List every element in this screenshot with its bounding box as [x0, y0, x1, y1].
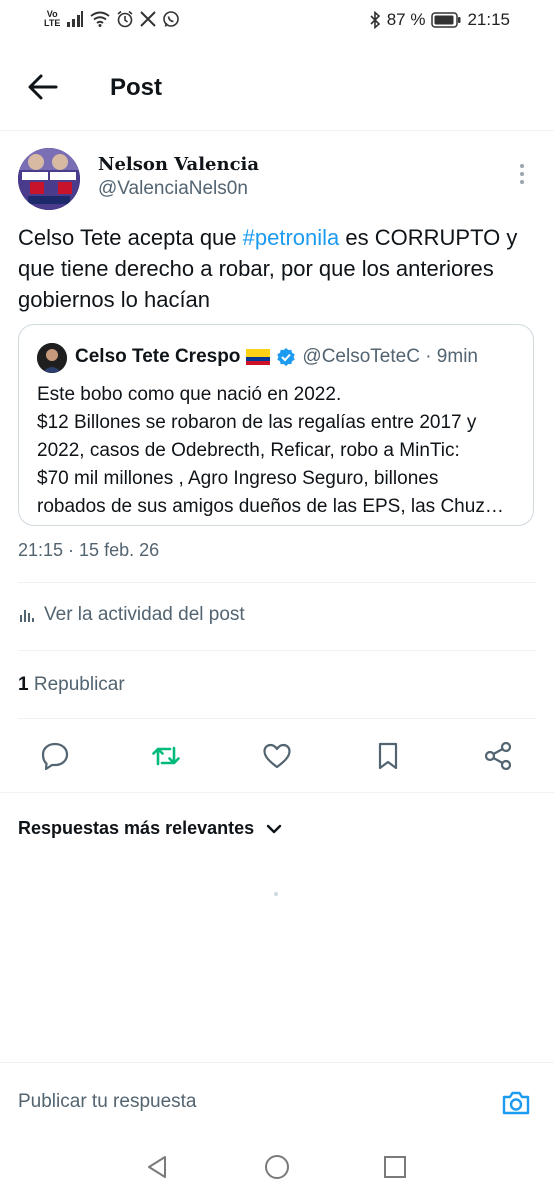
post-text: Celso Tete acepta que #petronila es CORR…: [18, 225, 518, 312]
author-name[interactable]: Nelson Valencia: [98, 154, 259, 175]
back-arrow-icon[interactable]: [26, 70, 60, 104]
quote-author-name: Celso Tete Crespo: [75, 346, 241, 367]
reply-input[interactable]: Publicar tu respuesta: [18, 1091, 197, 1113]
system-nav-bar: [0, 1132, 554, 1200]
divider: [18, 582, 536, 583]
chevron-down-icon: [266, 824, 282, 833]
divider: [18, 650, 536, 651]
nav-recents-icon[interactable]: [382, 1154, 408, 1180]
nav-back-icon[interactable]: [145, 1154, 171, 1180]
like-icon[interactable]: [261, 740, 293, 772]
alarm-icon: [117, 10, 133, 28]
quoted-post[interactable]: Celso Tete Crespo @CelsoTeteC · 9min Est…: [18, 324, 534, 526]
battery-icon: [431, 12, 461, 28]
more-vertical-icon[interactable]: [512, 162, 532, 186]
quote-handle-time: @CelsoTeteC · 9min: [302, 346, 478, 367]
divider: [18, 718, 536, 719]
share-icon[interactable]: [482, 740, 514, 772]
camera-icon[interactable]: [500, 1087, 532, 1119]
verified-badge-icon: [277, 348, 296, 366]
post-timestamp: 21:15 · 15 feb. 26: [18, 540, 160, 560]
volte-indicator: Vo LTE: [44, 9, 61, 28]
repost-icon[interactable]: [150, 740, 182, 772]
status-bar: Vo LTE 87 % 21:15: [0, 0, 554, 44]
top-app-bar: Post: [0, 44, 554, 131]
page-title: Post: [110, 74, 163, 101]
action-bar: [0, 722, 554, 790]
signal-icon: [67, 11, 84, 27]
reply-icon[interactable]: [39, 740, 71, 772]
avatar[interactable]: [18, 148, 80, 210]
quote-avatar: [37, 343, 67, 373]
whatsapp-icon: [163, 11, 180, 27]
nav-home-icon[interactable]: [264, 1154, 290, 1180]
reply-composer: Publicar tu respuesta: [0, 1062, 554, 1133]
bluetooth-icon: [370, 11, 380, 29]
quote-text: Este bobo como que nació en 2022. $12 Bi…: [37, 384, 504, 517]
author-handle[interactable]: @ValenciaNels0n: [98, 178, 248, 200]
repost-count[interactable]: 1 Republicar: [18, 674, 125, 696]
loading-indicator: [274, 892, 278, 896]
wifi-icon: [90, 11, 110, 27]
battery-percent: 87 %: [386, 10, 426, 29]
x-app-icon: [140, 11, 157, 27]
stats-icon: [20, 610, 34, 622]
bookmark-icon[interactable]: [372, 740, 404, 772]
view-activity-link[interactable]: Ver la actividad del post: [18, 604, 245, 626]
divider: [0, 792, 554, 793]
replies-sort-dropdown[interactable]: Respuestas más relevantes: [18, 818, 282, 839]
flag-colombia-icon: [246, 349, 271, 365]
clock: 21:15: [467, 10, 510, 29]
hashtag-link[interactable]: #petronila: [243, 225, 340, 250]
